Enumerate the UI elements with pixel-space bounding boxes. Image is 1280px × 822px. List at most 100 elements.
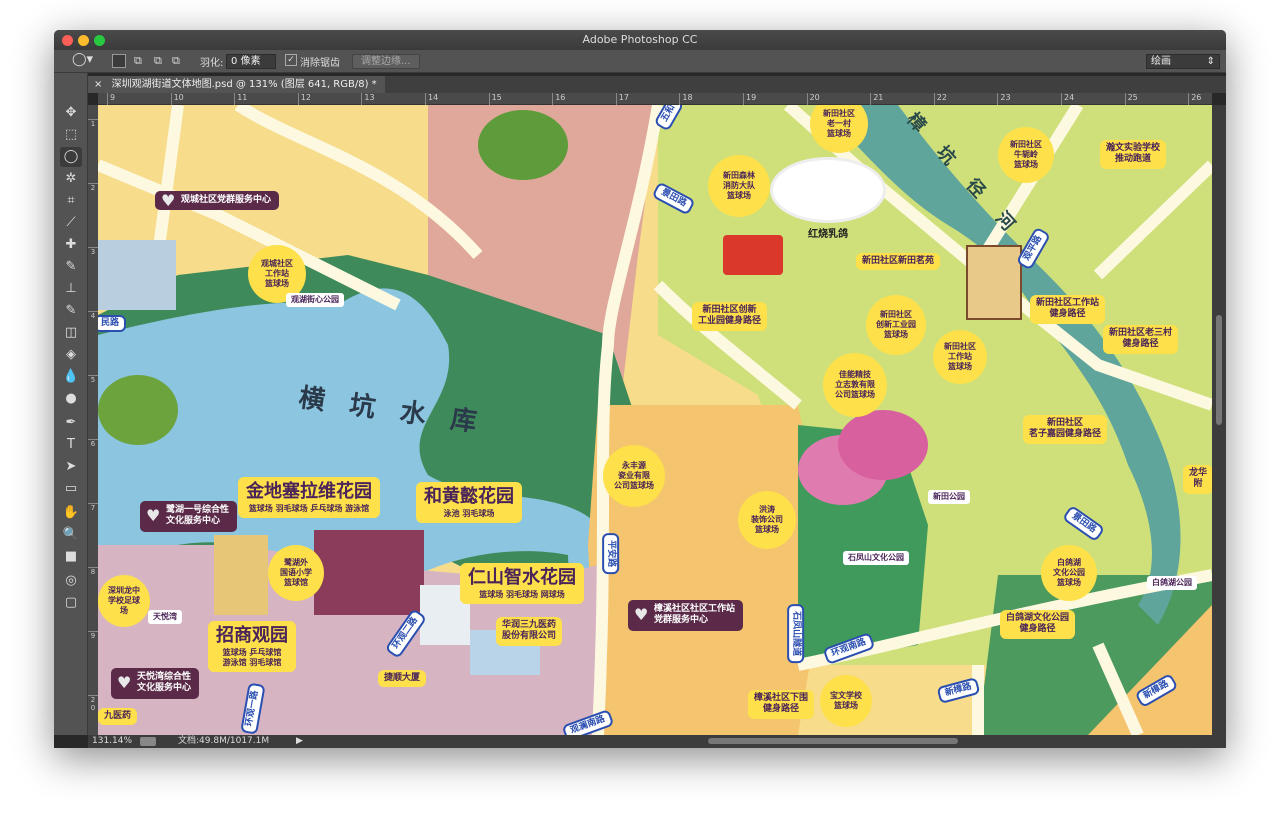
party-service-center-label: 观城社区党群服务中心 — [155, 191, 280, 211]
facility-label: 鹭湖外 国语小学 篮球馆 — [268, 545, 324, 601]
ruler-tick: 12 — [297, 93, 311, 105]
facility-label: 佳能精技 立志敦有限 公司篮球场 — [823, 353, 887, 417]
ruler-tick: 1 — [88, 119, 98, 128]
facility-label: 九医药 — [98, 708, 138, 726]
park-sign: 观湖街心公园 — [286, 293, 344, 307]
marquee-icon[interactable]: ⬚ — [60, 125, 82, 145]
park-sign: 白鸽湖公园 — [1147, 576, 1197, 590]
pen-icon[interactable]: ✒ — [60, 413, 82, 433]
facility-label: 洪涛 装饰公司 篮球场 — [738, 491, 796, 549]
horizontal-ruler[interactable]: 9 10 11 12 13 14 15 16 17 18 19 20 21 22 23 24 25 26 — [98, 93, 1212, 105]
facility-label: 樟溪社区下围 健身路径 — [748, 690, 815, 719]
quick-mask-icon[interactable]: ◎ — [60, 571, 82, 591]
feather-label: 羽化: — [200, 58, 224, 69]
dish-label: 红烧乳鸽 — [808, 229, 848, 240]
subtract-selection-icon[interactable]: ⧉ — [154, 54, 162, 68]
document-size: 文档:49.8M/1017.1M — [178, 736, 270, 746]
refine-edge-button[interactable]: 调整边缘... — [352, 54, 420, 69]
brush-icon[interactable]: ✎ — [60, 257, 82, 277]
facility-label: 新田森林 消防大队 篮球场 — [708, 155, 770, 217]
path-selection-icon[interactable]: ➤ — [60, 457, 82, 477]
canvas-map[interactable]: 横 坑 水 库 樟 坑 径 河 红烧乳鸽 观城社区 工作站 篮球场 新田森林 消防… — [98, 105, 1212, 735]
document-tab[interactable]: × 深圳观湖街道文体地图.psd @ 131% (图层 641, RGB/8) … — [88, 76, 385, 93]
ruler-tick: 24 — [1061, 93, 1074, 105]
facility-label: 新田社区 牛轭岭 篮球场 — [998, 127, 1054, 183]
clone-stamp-icon[interactable]: ⊥ — [60, 279, 82, 299]
blur-icon[interactable]: 💧 — [60, 367, 82, 387]
facility-label: 瀚文实验学校 推动跑道 — [1100, 140, 1167, 169]
window-title: Adobe Photoshop CC — [582, 33, 698, 46]
facility-label: 新田社区 茗子嘉园健身路径 — [1023, 415, 1108, 444]
type-icon[interactable]: T — [60, 435, 82, 455]
estate-name: 和黄懿花园 — [424, 486, 514, 507]
scroll-thumb[interactable] — [1216, 315, 1222, 425]
ruler-tick: 23 — [997, 93, 1011, 105]
paint-bucket-icon[interactable]: ◈ — [60, 345, 82, 365]
facility-label: 新田社区新田茗苑 — [856, 253, 941, 271]
estate-name: 招商观园 — [216, 625, 288, 646]
ruler-tick: 20 — [806, 93, 820, 105]
ruler-tick: 18 — [679, 93, 693, 105]
close-window-button[interactable] — [62, 35, 73, 46]
chevron-updown-icon: ⇕ — [1206, 56, 1215, 67]
facility-label: 新田社区 工作站 篮球场 — [933, 330, 987, 384]
history-brush-icon[interactable]: ✎ — [60, 301, 82, 321]
building-icon — [98, 240, 176, 310]
dodge-icon[interactable]: ● — [60, 389, 82, 409]
antialias-checkbox[interactable]: ✓ — [285, 54, 297, 66]
estate-label: 招商观园 篮球场 乒乓球馆 游泳馆 羽毛球馆 — [208, 621, 296, 672]
estate-label: 和黄懿花园 泳池 羽毛球场 — [416, 482, 522, 523]
facility-label: 宝文学校 篮球场 — [820, 675, 872, 727]
lasso-icon[interactable]: ◯ — [60, 147, 82, 167]
color-swatches-icon[interactable]: ■ — [60, 547, 82, 567]
zoom-window-button[interactable] — [94, 35, 105, 46]
ruler-tick: 16 — [552, 93, 565, 105]
ruler-tick: 22 — [933, 93, 947, 105]
facility-label: 华润三九医药 股份有限公司 — [496, 617, 563, 646]
ruler-tick: 21 — [870, 93, 883, 105]
ruler-tick: 9 — [88, 631, 98, 640]
ruler-tick: 4 — [88, 311, 98, 320]
estate-label: 金地塞拉维花园 篮球场 羽毛球场 乒乓球场 游泳馆 — [238, 477, 380, 518]
eraser-icon[interactable]: ◫ — [60, 323, 82, 343]
ruler-tick: 7 — [88, 503, 98, 512]
estate-facilities: 篮球场 乒乓球馆 游泳馆 羽毛球馆 — [222, 647, 282, 667]
park-sign: 石凤山文化公园 — [843, 551, 909, 565]
minimize-window-button[interactable] — [78, 35, 89, 46]
rectangle-icon[interactable]: ▭ — [60, 479, 82, 499]
document-tab-bar: × 深圳观湖街道文体地图.psd @ 131% (图层 641, RGB/8) … — [88, 76, 1226, 93]
zoom-level[interactable]: 131.14% — [92, 735, 132, 748]
facility-label: 新田社区 创新工业园 篮球场 — [866, 295, 926, 355]
magic-wand-icon[interactable]: ✲ — [60, 169, 82, 189]
ruler-tick: 15 — [488, 93, 502, 105]
building-icon — [214, 535, 268, 615]
workspace-select[interactable]: 绘画 ⇕ — [1146, 54, 1220, 69]
ruler-tick: 14 — [425, 93, 438, 105]
add-selection-icon[interactable]: ⧉ — [134, 54, 142, 68]
intersect-selection-icon[interactable]: ⧉ — [172, 54, 180, 68]
ruler-tick: 2 0 — [88, 695, 98, 712]
hand-icon[interactable]: ✋ — [60, 503, 82, 523]
vertical-ruler[interactable]: 1 2 3 4 5 6 7 8 9 2 0 — [88, 105, 98, 735]
status-menu-arrow[interactable]: ▶ — [296, 735, 303, 748]
horizontal-scrollbar[interactable] — [708, 738, 958, 744]
close-tab-icon[interactable]: × — [94, 79, 102, 90]
feather-input[interactable]: 0 像素 — [226, 54, 276, 69]
proof-icon — [140, 737, 156, 746]
options-bar: ◯▾ ⧉ ⧉ ⧉ 羽化: 0 像素 ✓ 消除锯齿 调整边缘... 绘画 ⇕ — [54, 50, 1226, 73]
new-selection-icon[interactable] — [112, 54, 126, 68]
healing-brush-icon[interactable]: ✚ — [60, 235, 82, 255]
screen-mode-icon[interactable]: ▢ — [60, 593, 82, 613]
move-icon[interactable]: ✥ — [60, 103, 82, 123]
zoom-icon[interactable]: 🔍 — [60, 525, 82, 545]
tree-icon — [98, 375, 178, 445]
title-bar: Adobe Photoshop CC — [54, 30, 1226, 50]
facility-label: 新田社区工作站 健身路径 — [1030, 295, 1106, 324]
lasso-icon[interactable]: ◯▾ — [72, 52, 93, 67]
vertical-scrollbar[interactable] — [1212, 105, 1226, 735]
facility-label: 永丰源 瓷业有限 公司篮球场 — [603, 445, 665, 507]
ruler-tick: 10 — [170, 93, 184, 105]
eyedropper-icon[interactable]: ⟋ — [60, 213, 82, 233]
crop-icon[interactable]: ⌗ — [60, 191, 82, 211]
document-title: 深圳观湖街道文体地图.psd @ 131% (图层 641, RGB/8) * — [111, 79, 377, 90]
